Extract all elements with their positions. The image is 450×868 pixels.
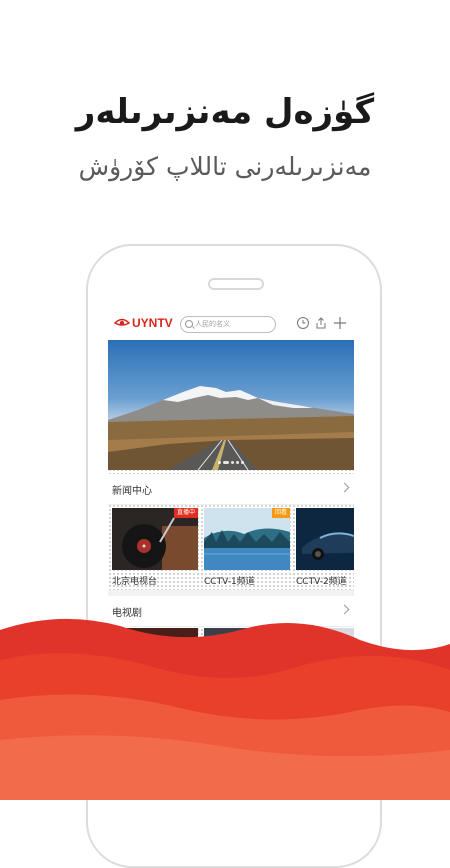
carousel-dot-active[interactable] <box>223 461 229 464</box>
decorative-red-waves <box>0 618 450 800</box>
chevron-right-icon <box>339 482 350 493</box>
promo-subline: مەنزىرىلەرنى تاللاپ كۆرۈش <box>78 152 372 181</box>
carousel-indicator[interactable] <box>218 461 244 464</box>
history-icon[interactable] <box>296 316 310 330</box>
promo-headline: گۈزەل مەنزىرىلەر <box>75 92 375 132</box>
section-header-news[interactable]: 新闻中心 <box>108 474 354 505</box>
live-badge: 直播中 <box>173 508 198 518</box>
section-title: 新闻中心 <box>112 486 152 497</box>
app-logo-text: UYNTV <box>132 316 173 330</box>
search-icon <box>185 320 193 328</box>
share-icon[interactable] <box>314 316 328 330</box>
eye-logo-icon <box>114 318 130 326</box>
carousel-dot[interactable] <box>231 461 234 464</box>
search-placeholder: 人民的名义 <box>195 320 230 328</box>
sports-car-thumbnail <box>296 508 354 570</box>
channel-card-cctv2[interactable] <box>296 508 354 570</box>
carousel-dot[interactable] <box>236 461 239 464</box>
banner-carousel[interactable] <box>108 340 354 470</box>
phone-speaker <box>208 278 264 290</box>
replay-badge: 回看 <box>271 508 290 518</box>
channel-label[interactable]: CCTV-1频道 <box>204 574 255 587</box>
carousel-dot[interactable] <box>241 461 244 464</box>
channel-card-btv[interactable]: 直播中 <box>112 508 198 570</box>
mountain-landscape-image <box>108 386 354 470</box>
channel-label[interactable]: 北京电视台 <box>112 574 157 587</box>
search-input[interactable]: 人民的名义 <box>180 316 276 333</box>
channel-card-cctv1[interactable]: 回看 <box>204 508 290 570</box>
channel-label[interactable]: CCTV-2频道 <box>296 574 347 587</box>
carousel-dot[interactable] <box>218 461 221 464</box>
add-icon[interactable] <box>333 316 347 330</box>
app-toolbar: UYNTV 人民的名义 <box>108 306 354 340</box>
